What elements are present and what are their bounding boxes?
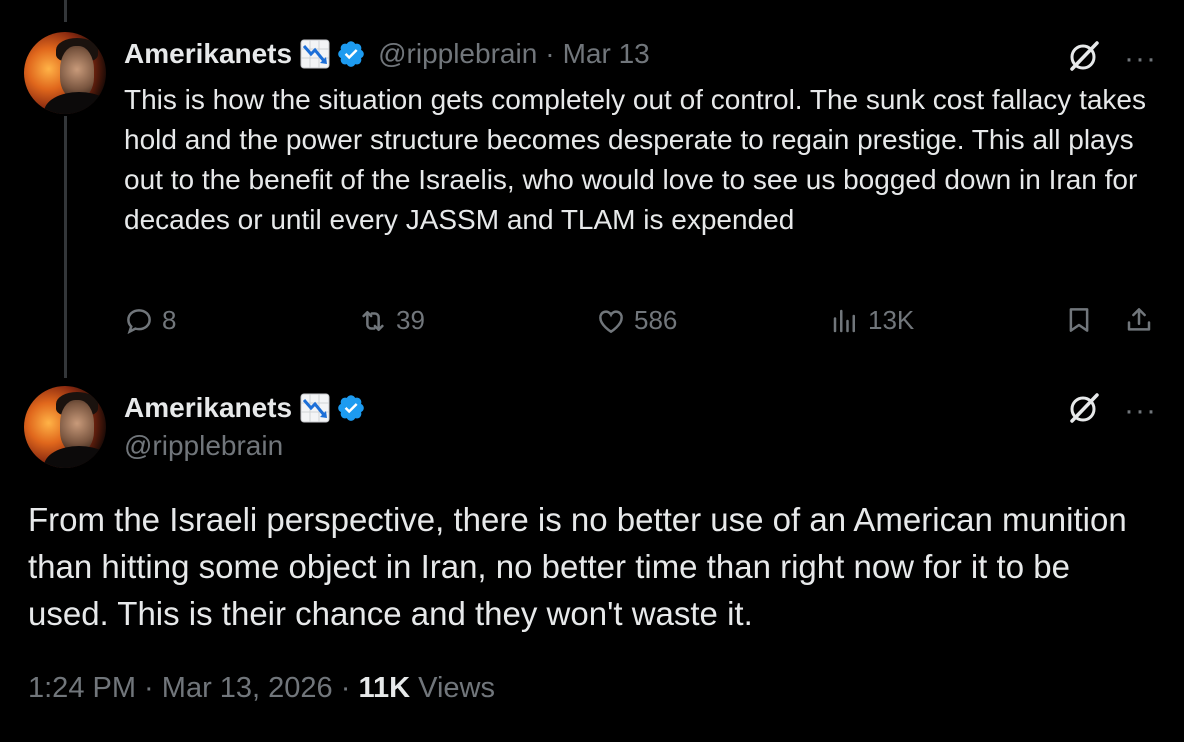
grok-icon[interactable]	[1066, 390, 1102, 431]
footer-separator: ·	[332, 672, 359, 704]
thread-line-top	[64, 0, 67, 22]
meta-separator: ·	[545, 38, 555, 69]
thread-connector-line	[64, 116, 67, 378]
author-name[interactable]: Amerikanets	[124, 392, 292, 424]
tweet-time[interactable]: 1:24 PM	[28, 672, 136, 704]
bookmark-icon	[1069, 308, 1089, 332]
reply-count: 8	[162, 305, 177, 335]
tweet1-action-bar: 8 39 586 13K	[124, 305, 1164, 345]
views-label: Views	[410, 672, 495, 704]
grok-icon[interactable]	[1066, 38, 1102, 79]
share-icon	[1127, 308, 1151, 331]
author-handle[interactable]: @ripplebrain	[378, 38, 537, 70]
view-count[interactable]: 11K	[358, 672, 410, 704]
retweet-count: 39	[396, 305, 425, 335]
tweet2-text: From the Israeli perspective, there is n…	[28, 501, 1127, 632]
views-count: 13K	[868, 305, 915, 335]
reply-button[interactable]: 8	[124, 305, 176, 336]
tweet2-top-actions: ···	[1066, 390, 1157, 431]
avatar[interactable]	[24, 386, 106, 468]
footer-separator: ·	[136, 672, 162, 704]
tweet1-top-actions: ···	[1066, 38, 1157, 79]
like-count: 586	[634, 305, 678, 335]
like-icon	[599, 309, 623, 333]
tweet2-header: Amerikanets	[124, 392, 366, 424]
share-button[interactable]	[1124, 305, 1162, 335]
analytics-icon	[833, 309, 855, 332]
more-options-button[interactable]: ···	[1124, 43, 1157, 74]
reply-icon	[127, 308, 151, 334]
like-button[interactable]: 586	[596, 305, 677, 336]
verified-badge-icon	[336, 393, 366, 423]
tweet-date[interactable]: Mar 13, 2026	[162, 672, 333, 704]
retweet-icon	[362, 310, 384, 331]
author-name[interactable]: Amerikanets	[124, 38, 292, 70]
chart-decreasing-emoji-icon	[300, 393, 330, 423]
avatar[interactable]	[24, 32, 106, 114]
tweet-footer: 1:24 PM · Mar 13, 2026 · 11K Views	[28, 672, 495, 705]
author-handle[interactable]: @ripplebrain	[124, 430, 283, 462]
tweet1-text: This is how the situation gets completel…	[124, 84, 1146, 235]
more-options-button[interactable]: ···	[1124, 395, 1157, 426]
bookmark-button[interactable]	[1064, 305, 1102, 335]
chart-decreasing-emoji-icon	[300, 39, 330, 69]
tweet-date[interactable]: Mar 13	[563, 38, 650, 70]
views-button[interactable]: 13K	[830, 305, 914, 336]
tweet1-header: Amerikanets @ripplebrain · Mar 13	[124, 38, 650, 70]
verified-badge-icon	[336, 39, 366, 69]
retweet-button[interactable]: 39	[358, 305, 425, 336]
